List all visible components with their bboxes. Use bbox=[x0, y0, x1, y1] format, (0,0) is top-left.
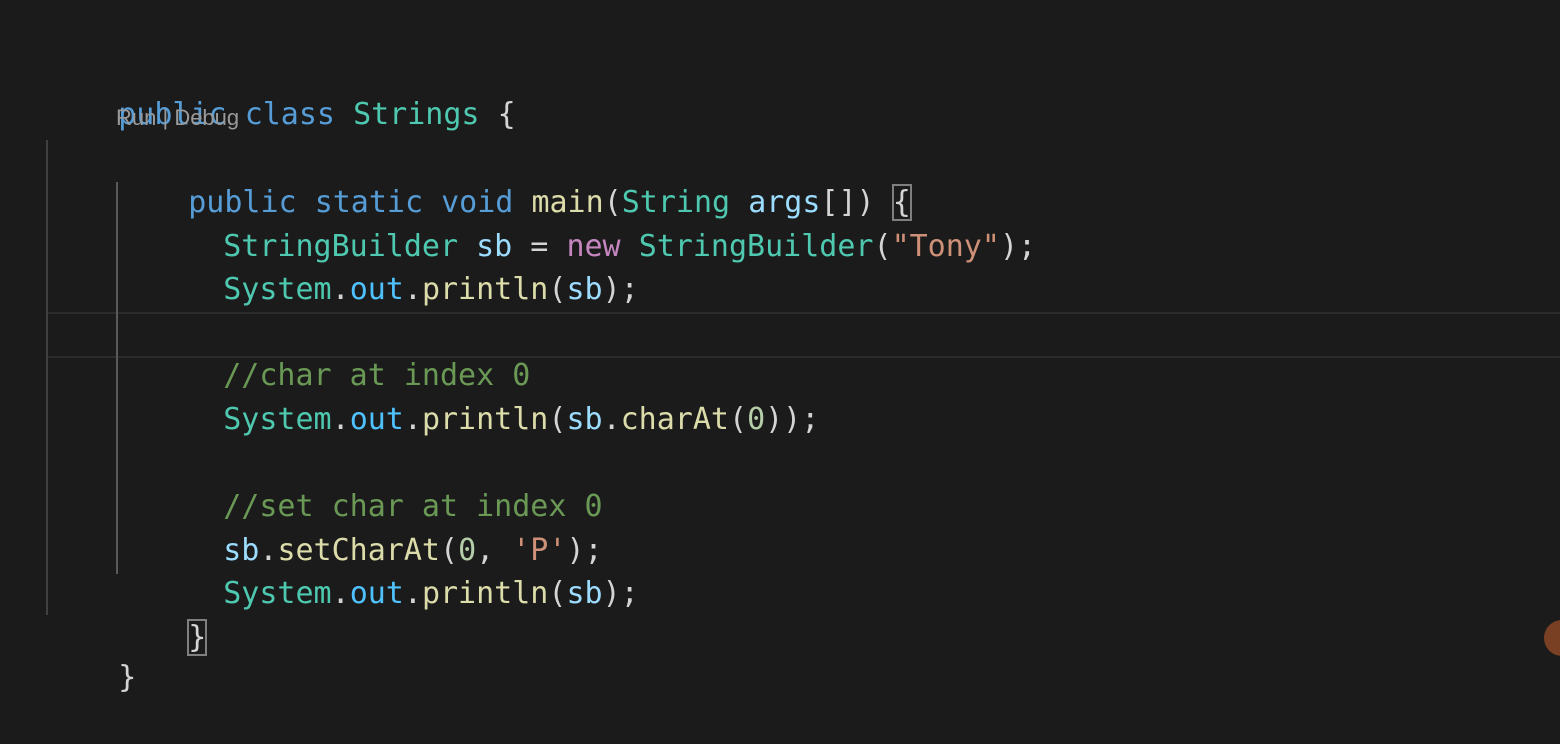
punctuation: ); bbox=[602, 576, 639, 611]
method-name: println bbox=[421, 576, 549, 611]
method-name: println bbox=[421, 402, 549, 437]
field: out bbox=[349, 576, 404, 611]
method-name: println bbox=[421, 272, 549, 307]
field: out bbox=[349, 272, 404, 307]
string-literal: "Tony" bbox=[891, 229, 1000, 264]
punctuation: )); bbox=[765, 402, 820, 437]
debug-codelens-link[interactable]: Debug bbox=[174, 105, 239, 130]
punctuation: . bbox=[403, 272, 422, 307]
punctuation: ); bbox=[602, 272, 639, 307]
punctuation: ( bbox=[729, 402, 748, 437]
code-line-2[interactable]: public static void main(String args[]) { bbox=[116, 137, 912, 221]
code-line-7[interactable]: System.out.println(sb.charAt(0)); bbox=[151, 354, 819, 437]
punctuation: . bbox=[331, 272, 350, 307]
class-name: System bbox=[223, 272, 332, 307]
punctuation: . bbox=[331, 402, 350, 437]
brace: { bbox=[497, 97, 516, 132]
code-line-13[interactable]: } bbox=[46, 612, 136, 695]
codelens: Run | Debug bbox=[116, 103, 239, 133]
punctuation: ( bbox=[548, 576, 567, 611]
code-line-1[interactable]: public class Strings { bbox=[46, 49, 515, 132]
indent-guide-class bbox=[46, 140, 48, 615]
punctuation: ); bbox=[999, 229, 1037, 264]
variable: sb bbox=[566, 272, 603, 307]
code-line-9[interactable]: //set char at index 0 bbox=[151, 441, 602, 524]
number-literal: 0 bbox=[747, 402, 766, 437]
code-line-4[interactable]: System.out.println(sb); bbox=[151, 224, 638, 307]
punctuation: ( bbox=[548, 272, 567, 307]
method-name: charAt bbox=[620, 402, 729, 437]
punctuation: . bbox=[331, 576, 350, 611]
code-line-6[interactable]: //char at index 0 bbox=[151, 310, 530, 393]
keyword: class bbox=[244, 97, 335, 132]
field: out bbox=[349, 402, 404, 437]
code-line-3[interactable]: StringBuilder sb = new StringBuilder("To… bbox=[151, 181, 1036, 264]
matched-brace: } bbox=[187, 619, 208, 656]
brace: } bbox=[118, 660, 137, 695]
punctuation: . bbox=[602, 402, 621, 437]
code-line-10[interactable]: sb.setCharAt(0, 'P'); bbox=[151, 485, 602, 568]
punctuation: ( bbox=[873, 229, 892, 264]
codelens-separator: | bbox=[156, 105, 175, 130]
class-name: Strings bbox=[353, 97, 480, 132]
run-codelens-link[interactable]: Run bbox=[116, 105, 156, 130]
avatar bbox=[1544, 620, 1560, 656]
variable: sb bbox=[566, 576, 603, 611]
class-name: System bbox=[223, 576, 332, 611]
variable: sb bbox=[566, 402, 603, 437]
code-line-12[interactable]: } bbox=[116, 572, 208, 656]
constructor: StringBuilder bbox=[638, 229, 874, 264]
punctuation: . bbox=[403, 576, 422, 611]
code-line-11[interactable]: System.out.println(sb); bbox=[151, 528, 638, 611]
warning-icon: ^ bbox=[44, 0, 58, 8]
punctuation: . bbox=[403, 402, 422, 437]
class-name: System bbox=[223, 402, 332, 437]
punctuation: ( bbox=[548, 402, 567, 437]
code-editor[interactable]: ^ public class Strings { Run | Debug pub… bbox=[0, 0, 1560, 695]
